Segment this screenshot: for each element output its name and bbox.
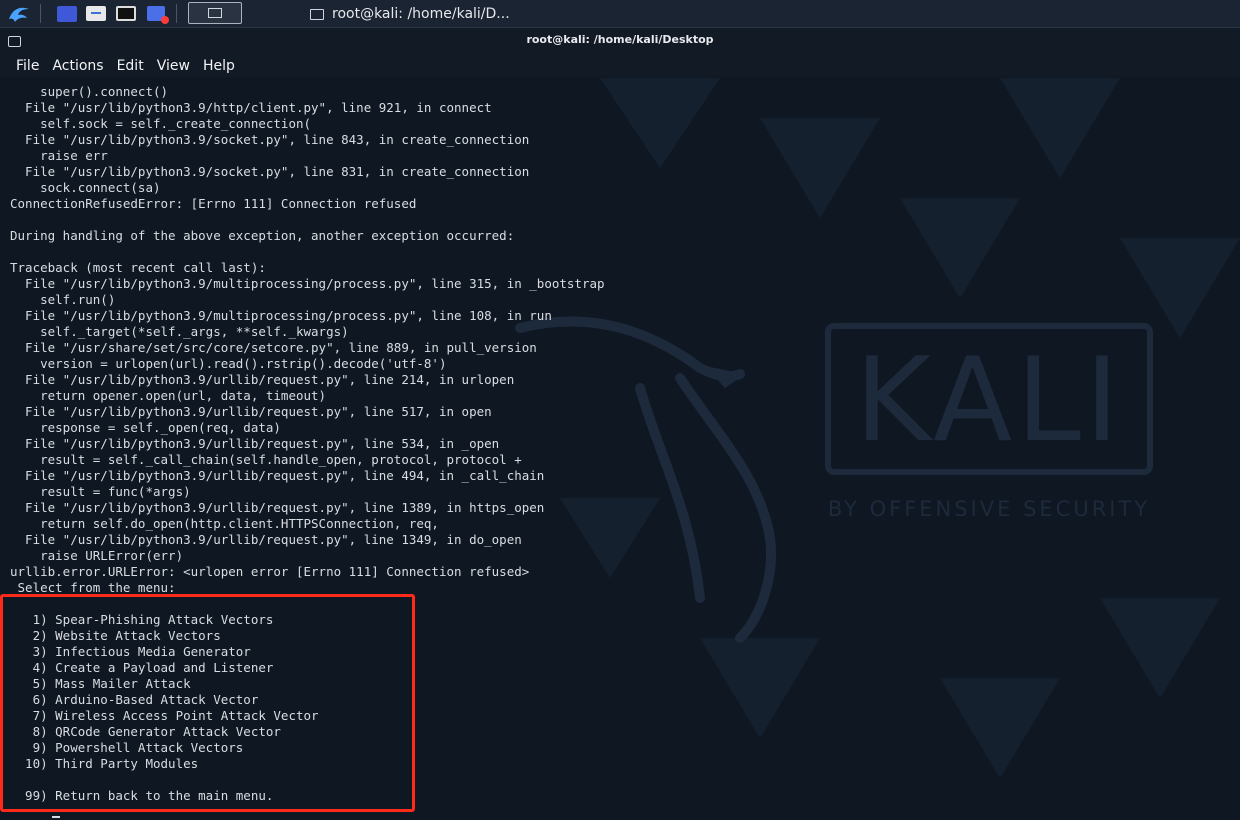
terminal-line: File "/usr/lib/python3.9/urllib/request.… bbox=[10, 372, 515, 387]
terminal-line: Traceback (most recent call last): bbox=[10, 260, 266, 275]
file-manager-icon[interactable] bbox=[85, 3, 107, 24]
taskbar-window-title: root@kali: /home/kali/D... bbox=[332, 6, 510, 22]
menu-bar: File Actions Edit View Help bbox=[0, 55, 1240, 77]
screen-recorder-icon[interactable] bbox=[144, 3, 169, 24]
terminal-line: urllib.error.URLError: <urlopen error [E… bbox=[10, 564, 530, 579]
terminal-line: File "/usr/lib/python3.9/urllib/request.… bbox=[10, 532, 522, 547]
window-titlebar[interactable]: root@kali: /home/kali/Desktop bbox=[0, 28, 1240, 55]
terminal-line: File "/usr/lib/python3.9/urllib/request.… bbox=[10, 436, 500, 451]
terminal-line: File "/usr/lib/python3.9/urllib/request.… bbox=[10, 500, 545, 515]
terminal-line: File "/usr/lib/python3.9/http/client.py"… bbox=[10, 100, 492, 115]
terminal-line: self.run() bbox=[10, 292, 116, 307]
logo-tagline: BY OFFENSIVE SECURITY bbox=[828, 497, 1150, 521]
taskbar-separator bbox=[40, 4, 41, 23]
logo-text: KALI bbox=[855, 333, 1123, 468]
terminal-line: sock.connect(sa) bbox=[10, 180, 161, 195]
menu-highlight-box bbox=[0, 594, 415, 812]
workspace-switcher-button[interactable] bbox=[188, 2, 242, 24]
menu-actions[interactable]: Actions bbox=[52, 58, 103, 74]
terminal-cursor bbox=[52, 816, 60, 818]
workspace-icon[interactable] bbox=[56, 3, 78, 24]
terminal-line: File "/usr/lib/python3.9/socket.py", lin… bbox=[10, 132, 530, 147]
window-title: root@kali: /home/kali/Desktop bbox=[526, 33, 714, 46]
kali-menu-icon[interactable] bbox=[6, 3, 32, 24]
terminal-line: return self.do_open(http.client.HTTPSCon… bbox=[10, 516, 439, 531]
terminal-window-icon bbox=[310, 8, 324, 20]
terminal-line: ConnectionRefusedError: [Errno 111] Conn… bbox=[10, 196, 417, 211]
terminal-line: return opener.open(url, data, timeout) bbox=[10, 388, 327, 403]
terminal-line: raise URLError(err) bbox=[10, 548, 184, 563]
terminal-line: File "/usr/share/set/src/core/setcore.py… bbox=[10, 340, 537, 355]
terminal-output[interactable]: KALI BY OFFENSIVE SECURITY super().conne… bbox=[0, 78, 1240, 820]
terminal-launcher-icon[interactable] bbox=[114, 3, 138, 24]
terminal-line: File "/usr/lib/python3.9/urllib/request.… bbox=[10, 404, 492, 419]
terminal-line: File "/usr/lib/python3.9/urllib/request.… bbox=[10, 468, 545, 483]
terminal-line: self._target(*self._args, **self._kwargs… bbox=[10, 324, 349, 339]
taskbar-separator bbox=[176, 4, 177, 23]
terminal-line: response = self._open(req, data) bbox=[10, 420, 281, 435]
terminal-line: File "/usr/lib/python3.9/socket.py", lin… bbox=[10, 164, 530, 179]
taskbar-window-button[interactable]: root@kali: /home/kali/D... bbox=[310, 4, 510, 24]
terminal-line: File "/usr/lib/python3.9/multiprocessing… bbox=[10, 308, 552, 323]
terminal-line: result = self._call_chain(self.handle_op… bbox=[10, 452, 522, 467]
terminal-line: File "/usr/lib/python3.9/multiprocessing… bbox=[10, 276, 605, 291]
menu-help[interactable]: Help bbox=[203, 58, 235, 74]
terminal-line: self.sock = self._create_connection( bbox=[10, 116, 312, 131]
taskbar: root@kali: /home/kali/D... bbox=[0, 0, 1240, 28]
menu-edit[interactable]: Edit bbox=[117, 58, 144, 74]
menu-file[interactable]: File bbox=[16, 58, 39, 74]
terminal-line: During handling of the above exception, … bbox=[10, 228, 515, 243]
terminal-line: super().connect() bbox=[10, 84, 169, 99]
terminal-line: result = func(*args) bbox=[10, 484, 191, 499]
terminal-line: version = urlopen(url).read().rstrip().d… bbox=[10, 356, 447, 371]
menu-view[interactable]: View bbox=[157, 58, 190, 74]
kali-logo: KALI BY OFFENSIVE SECURITY bbox=[825, 323, 1153, 521]
terminal-line: raise err bbox=[10, 148, 108, 163]
